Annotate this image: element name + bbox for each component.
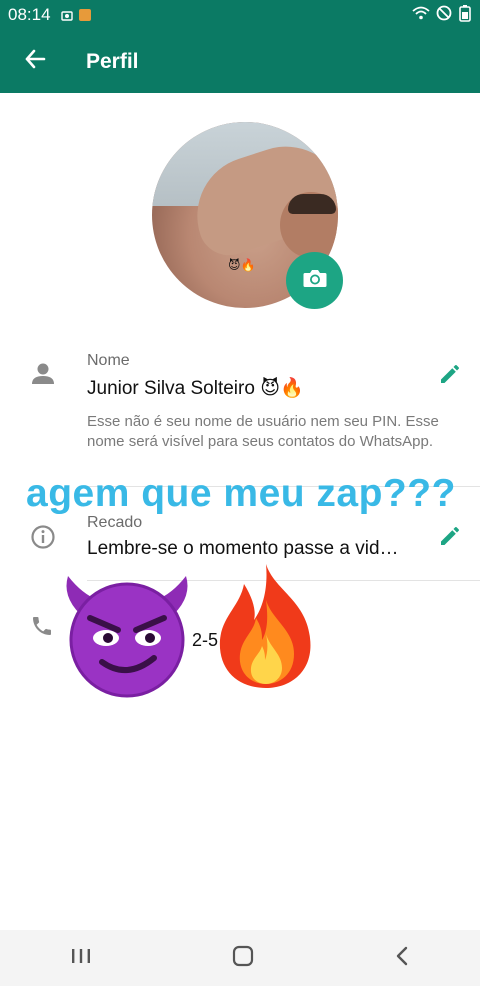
recent-apps-button[interactable] (70, 947, 92, 970)
pencil-icon (438, 365, 462, 390)
wifi-icon (412, 6, 430, 25)
name-value: Junior Silva Solteiro 😈🔥 (87, 378, 304, 399)
about-label: Recado (87, 514, 143, 531)
system-nav-bar (0, 930, 480, 986)
devil-sticker (62, 574, 192, 698)
info-icon (30, 524, 56, 555)
system-back-button[interactable] (394, 945, 410, 972)
app-bar: Perfil (0, 30, 480, 93)
phone-icon (30, 614, 54, 643)
change-photo-button[interactable] (286, 252, 343, 309)
pencil-icon (438, 527, 462, 552)
profile-photo-area: 😈🔥 (152, 122, 343, 309)
app-notification-icon (78, 9, 91, 21)
notification-icon (60, 9, 73, 21)
edit-about-button[interactable] (438, 524, 462, 553)
about-value: Lembre-se o momento passe a vid… (87, 538, 399, 559)
edit-name-button[interactable] (438, 362, 462, 391)
do-not-disturb-icon (436, 5, 452, 26)
person-icon (30, 362, 56, 391)
avatar-emoji: 😈🔥 (228, 258, 256, 272)
status-bar: 08:14 (0, 0, 480, 30)
page-title: Perfil (86, 49, 139, 73)
name-hint: Esse não é seu nome de usuário nem seu P… (87, 413, 439, 450)
overlay-caption: agem que meu zap??? (26, 472, 456, 515)
name-label: Nome (87, 352, 130, 369)
name-row[interactable]: Nome Junior Silva Solteiro 😈🔥 (0, 350, 480, 410)
fire-sticker (210, 560, 322, 690)
camera-icon (302, 267, 328, 294)
arrow-left-icon (24, 48, 46, 75)
status-time: 08:14 (8, 5, 51, 24)
battery-icon (458, 4, 472, 27)
avatar-face (280, 192, 338, 258)
back-button[interactable] (0, 30, 70, 93)
status-icons (412, 4, 472, 27)
home-button[interactable] (232, 945, 254, 972)
